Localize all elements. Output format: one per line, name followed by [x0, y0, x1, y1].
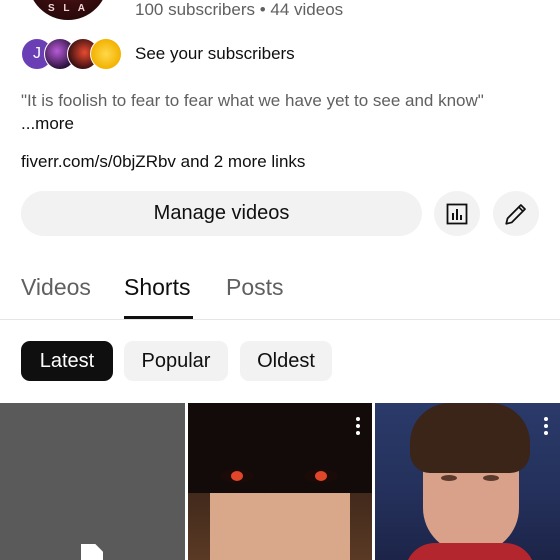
more-links[interactable]: and 2 more links [181, 152, 306, 171]
thumbnail-eye [483, 475, 499, 481]
active-tab-indicator [124, 316, 193, 319]
tab-shorts[interactable]: Shorts [124, 274, 190, 301]
analytics-button[interactable] [434, 191, 480, 236]
thumbnail-image-bang [288, 433, 324, 493]
channel-tabs: Videos Shorts Posts [0, 270, 560, 320]
channel-avatar[interactable]: S L A [28, 0, 108, 20]
channel-description[interactable]: "It is foolish to fear to fear what we h… [21, 89, 491, 135]
analytics-icon [446, 203, 468, 224]
thumbnail-eye [441, 475, 457, 481]
thumbnail-image-hair [410, 403, 530, 473]
filter-chip-oldest[interactable]: Oldest [240, 341, 332, 381]
channel-links[interactable]: fiverr.com/s/0bjZRbv and 2 more links [21, 152, 305, 172]
more-vert-icon[interactable] [356, 417, 360, 438]
short-thumbnail-draft[interactable] [0, 403, 185, 560]
edit-pencil-icon [505, 203, 526, 225]
tab-posts[interactable]: Posts [226, 274, 284, 301]
subscriber-avatars: J [21, 38, 125, 70]
thumbnail-image-bang [326, 433, 362, 493]
short-thumbnail[interactable] [375, 403, 560, 560]
thumbnail-eye [220, 469, 254, 483]
avatar-wordmark: S L A [47, 3, 88, 14]
channel-stats: 100 subscribers • 44 videos [135, 0, 344, 19]
filter-chip-popular[interactable]: Popular [124, 341, 228, 381]
short-thumbnail[interactable] [188, 403, 372, 560]
see-subscribers-link[interactable]: See your subscribers [135, 44, 295, 64]
link-url[interactable]: fiverr.com/s/0bjZRbv [21, 152, 176, 171]
thumbnail-eye [304, 469, 338, 483]
description-more-link[interactable]: ...more [21, 114, 74, 133]
thumbnail-image-bang [248, 433, 284, 493]
document-icon [81, 544, 103, 560]
see-subscribers-row[interactable]: J See your subscribers [21, 38, 295, 70]
filter-chip-latest[interactable]: Latest [21, 341, 113, 381]
manage-videos-button[interactable]: Manage videos [21, 191, 422, 236]
tab-videos[interactable]: Videos [21, 274, 91, 301]
thumbnail-image-shirt [405, 543, 535, 560]
description-text: "It is foolish to fear to fear what we h… [21, 91, 484, 110]
subscriber-avatar [90, 38, 122, 70]
more-vert-icon[interactable] [544, 417, 548, 438]
thumbnail-image-bang [208, 433, 244, 493]
edit-channel-button[interactable] [493, 191, 539, 236]
